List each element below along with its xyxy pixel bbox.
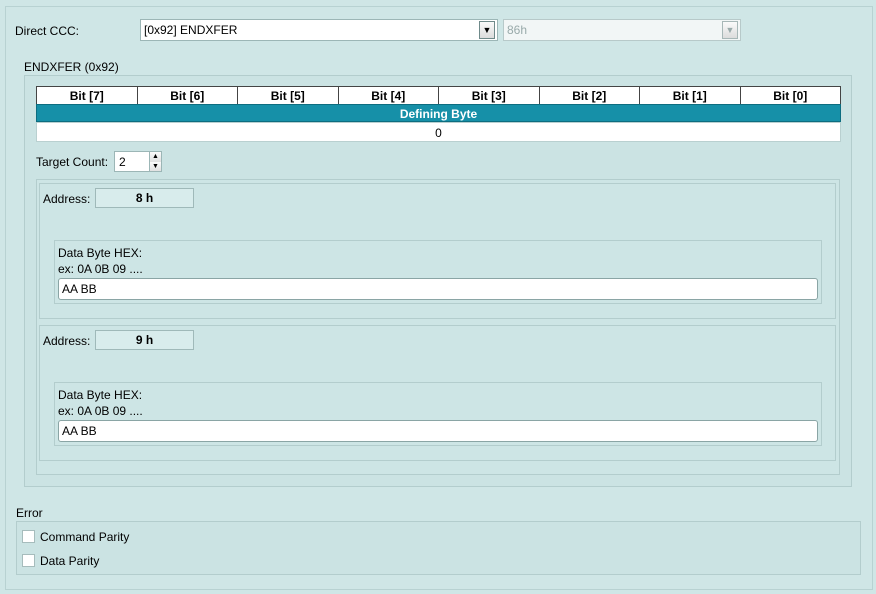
data-byte-label: Data Byte HEX: — [58, 388, 143, 402]
address-label: Address: — [43, 192, 91, 206]
bit-header: Bit [6] — [136, 86, 238, 105]
chevron-down-icon[interactable]: ▼ — [479, 21, 495, 39]
data-byte-label: Data Byte HEX: — [58, 246, 143, 260]
defining-byte-value[interactable]: 0 — [36, 122, 841, 142]
panel-title: ENDXFER (0x92) — [24, 60, 119, 74]
bit-header: Bit [3] — [438, 86, 540, 105]
data-byte-example: ex: 0A 0B 09 .... — [58, 404, 143, 418]
target-count-value: 2 — [119, 154, 126, 169]
direct-ccc-label: Direct CCC: — [15, 24, 80, 38]
data-byte-input[interactable]: AA BB — [58, 278, 818, 300]
error-group — [16, 521, 861, 575]
defining-byte-header: Defining Byte — [36, 104, 841, 122]
arrow-down-icon[interactable]: ▼ — [150, 161, 161, 171]
direct-ccc-value: [0x92] ENDXFER — [144, 23, 238, 37]
ccc-code-value: 86h — [507, 23, 528, 37]
ccc-code-select: 86h ▼ — [503, 19, 741, 41]
direct-ccc-select[interactable]: [0x92] ENDXFER ▼ — [140, 19, 498, 41]
command-parity-checkbox[interactable] — [22, 530, 35, 543]
data-parity-checkbox[interactable] — [22, 554, 35, 567]
address-value[interactable]: 9 h — [95, 330, 194, 350]
data-parity-label: Data Parity — [40, 554, 100, 568]
bit-header: Bit [5] — [237, 86, 339, 105]
data-byte-example: ex: 0A 0B 09 .... — [58, 262, 143, 276]
address-label: Address: — [43, 334, 91, 348]
error-title: Error — [16, 506, 43, 520]
address-value[interactable]: 8 h — [95, 188, 194, 208]
bit-header: Bit [4] — [337, 86, 439, 105]
command-parity-label: Command Parity — [40, 530, 130, 544]
target-count-spinner[interactable]: 2 ▲ ▼ — [114, 151, 162, 172]
bits-table: Bit [7] Bit [6] Bit [5] Bit [4] Bit [3] … — [36, 86, 841, 105]
chevron-down-icon: ▼ — [722, 21, 738, 39]
target-count-label: Target Count: — [36, 155, 109, 169]
bit-header: Bit [7] — [36, 86, 138, 105]
data-byte-input[interactable]: AA BB — [58, 420, 818, 442]
bit-header: Bit [2] — [538, 86, 640, 105]
bit-header: Bit [0] — [739, 86, 841, 105]
arrow-up-icon[interactable]: ▲ — [150, 152, 161, 162]
bit-header: Bit [1] — [639, 86, 741, 105]
